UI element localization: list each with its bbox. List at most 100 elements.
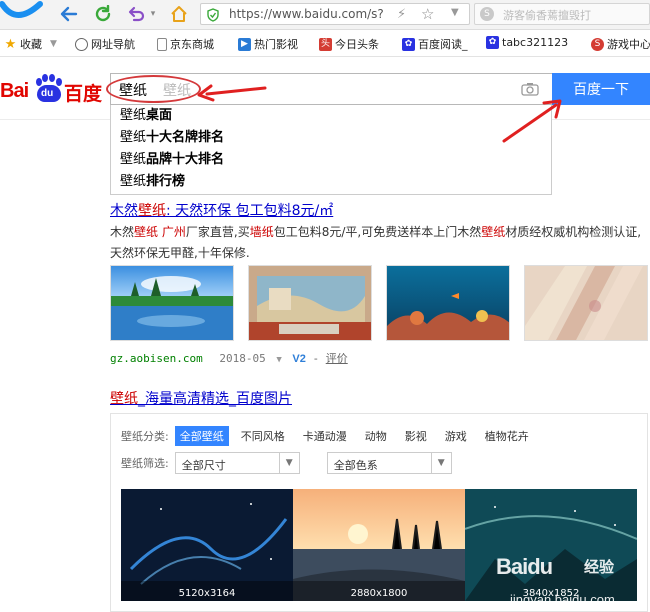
category-tag[interactable]: 影视 [405, 428, 427, 444]
game-icon: S [591, 37, 604, 51]
chevron-down-icon: ▼ [50, 39, 57, 49]
address-bar[interactable]: https://www.baidu.com/s? ⚡ ☆ ▼ [200, 3, 470, 25]
paw-icon: du [34, 74, 64, 102]
suggestion-prefix: 壁纸 [120, 174, 147, 189]
bookmark-label: tabc321123 [502, 36, 569, 49]
bookmark-jd[interactable]: 京东商城 [157, 36, 214, 52]
bookmark-nav[interactable]: 网址导航 [75, 36, 135, 52]
suggestion-completion: 排行榜 [146, 174, 186, 189]
desc-highlight: 墙纸 [249, 225, 274, 239]
bookmark-star-icon[interactable]: ☆ [421, 5, 434, 23]
annotation-oval [106, 75, 201, 103]
baidu-jingyan-watermark: Baidu 经验 jingyan.baidu.com [490, 548, 650, 612]
suggestion-item[interactable]: 壁纸十大名牌排名 [111, 127, 551, 149]
undo-dropdown[interactable]: ▾ [147, 3, 159, 25]
camera-icon[interactable] [521, 82, 539, 96]
annotation-arrow [197, 84, 267, 102]
chevron-down-icon: ▼ [278, 453, 299, 473]
baidu-logo[interactable]: Bai du 百度 [0, 72, 104, 106]
title-part: _海量高清精选_百度图片 [138, 391, 292, 407]
wallpaper-image[interactable]: 5120x3164 [121, 489, 293, 601]
suggestion-prefix: 壁纸 [120, 152, 147, 167]
result-title-link[interactable]: 木然壁纸: 天然环保 包工包料8元/㎡ [110, 200, 333, 220]
bookmark-video[interactable]: ▶ 热门影视 [238, 36, 298, 52]
lightning-icon[interactable]: ⚡ [397, 7, 406, 22]
paw-icon: ✿ [402, 37, 415, 51]
chevron-down-icon[interactable]: ▼ [451, 7, 459, 18]
browser-logo-icon [0, 1, 43, 18]
logo-text: Bai [0, 80, 29, 102]
globe-icon [75, 37, 88, 51]
category-tag[interactable]: 卡通动漫 [303, 428, 347, 444]
desc-highlight: 壁纸 [481, 225, 506, 239]
result-thumbnail[interactable] [248, 265, 372, 341]
search-engine-icon[interactable]: S [480, 7, 494, 21]
title-part: 木然 [110, 203, 138, 219]
category-tag[interactable]: 游戏 [445, 428, 467, 444]
logo-du-text: du [41, 88, 54, 99]
filter-row: 壁纸筛选: 全部尺寸 ▼ 全部色系 ▼ [121, 452, 479, 474]
url-text[interactable]: https://www.baidu.com/s? [229, 7, 384, 21]
title-part: : 天然环保 包工包料8元/㎡ [166, 203, 334, 219]
refresh-button[interactable] [92, 3, 114, 25]
suggestion-item[interactable]: 壁纸桌面 [111, 105, 551, 127]
bookmark-label: 网址导航 [91, 38, 135, 51]
result-description: 木然壁纸 广州厂家直营,买墙纸包工包料8元/平,可免费送样本上门木然壁纸材质经权… [110, 222, 645, 264]
category-tag[interactable]: 动物 [365, 428, 387, 444]
suggestion-prefix: 壁纸 [120, 130, 147, 145]
watermark-exp: 经验 [584, 558, 615, 576]
bookmark-label: 游戏中心 [607, 38, 650, 51]
browser-search-placeholder: 游客偷香蔫擅毁打 [503, 9, 591, 22]
bookmark-label: 今日头条 [335, 38, 379, 51]
size-select-value: 全部尺寸 [181, 459, 226, 472]
desc-text: 厂家直营,买 [185, 225, 250, 239]
result-thumbnail[interactable] [524, 265, 648, 341]
bookmark-favorites[interactable]: ★ 收藏 ▼ [4, 36, 57, 52]
color-select[interactable]: 全部色系 ▼ [326, 452, 452, 474]
size-select[interactable]: 全部尺寸 ▼ [174, 452, 300, 474]
title-highlight: 壁纸 [110, 391, 138, 407]
watermark-logo: Baidu [496, 554, 553, 579]
space-nebula-image [121, 489, 293, 601]
result-thumbnail[interactable] [110, 265, 234, 341]
shield-icon [207, 8, 219, 22]
bookmark-toutiao[interactable]: 头 今日头条 [319, 36, 379, 52]
image-result-title-link[interactable]: 壁纸_海量高清精选_百度图片 [110, 388, 292, 408]
browser-search-box[interactable]: S 游客偷香蔫擅毁打 [474, 3, 650, 25]
annotation-arrow [502, 99, 562, 143]
category-tag[interactable]: 植物花卉 [485, 428, 529, 444]
page-icon [157, 37, 167, 51]
suggestion-completion: 十大名牌排名 [146, 130, 225, 145]
category-tag[interactable]: 不同风格 [241, 428, 285, 444]
desc-highlight: 壁纸 [134, 225, 159, 239]
v2-badge[interactable]: V2 [292, 353, 305, 365]
chevron-down-icon[interactable]: ▼ [276, 355, 281, 365]
color-select-value: 全部色系 [333, 459, 378, 472]
undo-icon [128, 6, 145, 22]
wallpaper-image[interactable]: 2880x1800 [293, 489, 465, 601]
desc-text: 包工包料8元/平,可免费送样本上门木然 [273, 225, 482, 239]
undo-button[interactable] [125, 3, 147, 25]
bookmark-game[interactable]: S 游戏中心 [591, 36, 650, 52]
desc-text: 木然 [110, 225, 135, 239]
result-url[interactable]: gz.aobisen.com [110, 352, 203, 365]
suggestion-item[interactable]: 壁纸排行榜 [111, 171, 551, 193]
suggestion-completion: 桌面 [146, 108, 173, 123]
bookmark-label: 热门影视 [254, 38, 298, 51]
search-input[interactable]: 壁纸 壁纸 [106, 73, 552, 105]
sunset-beach-image [293, 489, 465, 601]
suggestion-prefix: 壁纸 [120, 108, 147, 123]
result-date: 2018-05 [219, 352, 266, 365]
filter-label: 壁纸筛选: [121, 457, 169, 470]
search-suggestions: 壁纸桌面 壁纸十大名牌排名 壁纸品牌十大排名 壁纸排行榜 [110, 105, 552, 195]
suggestion-item[interactable]: 壁纸品牌十大排名 [111, 149, 551, 171]
category-tag[interactable]: 全部壁纸 [174, 426, 229, 446]
bookmark-baidu-read[interactable]: ✿ 百度阅读_ [402, 36, 468, 52]
result-thumbnail[interactable] [386, 265, 510, 341]
back-button[interactable] [58, 3, 80, 25]
image-resolution: 2880x1800 [350, 588, 408, 599]
bookmark-tabc[interactable]: ✿ tabc321123 [486, 36, 568, 49]
home-button[interactable] [168, 3, 190, 25]
evaluate-link[interactable]: 评价 [326, 352, 348, 365]
suggestion-completion: 品牌十大排名 [146, 152, 225, 167]
